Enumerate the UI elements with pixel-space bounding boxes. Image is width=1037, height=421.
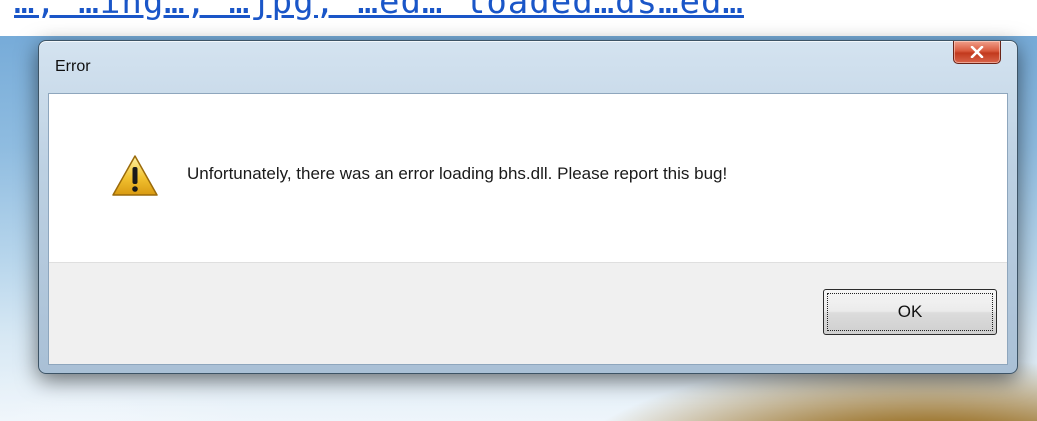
- ok-button[interactable]: OK: [823, 289, 997, 335]
- dialog-title: Error: [55, 58, 91, 75]
- error-dialog: Error Unfortunately, there was an error …: [38, 40, 1018, 374]
- message-area: Unfortunately, there was an error loadin…: [49, 94, 1007, 262]
- ok-button-label: OK: [897, 302, 923, 321]
- close-icon: [954, 41, 1000, 63]
- close-button[interactable]: [953, 41, 1001, 64]
- background-page-strip: …, …ing…, …jpg, …ed… loaded…ds…ed…: [0, 0, 1037, 36]
- dialog-titlebar[interactable]: Error: [39, 41, 1017, 91]
- ok-button-focus-rect: OK: [827, 293, 993, 331]
- warning-icon: [111, 154, 159, 198]
- dialog-client-area: Unfortunately, there was an error loadin…: [48, 93, 1008, 365]
- dialog-button-bar: OK: [49, 262, 1007, 364]
- background-cut-off-text: …, …ing…, …jpg, …ed… loaded…ds…ed…: [14, 0, 744, 22]
- error-message: Unfortunately, there was an error loadin…: [187, 164, 728, 183]
